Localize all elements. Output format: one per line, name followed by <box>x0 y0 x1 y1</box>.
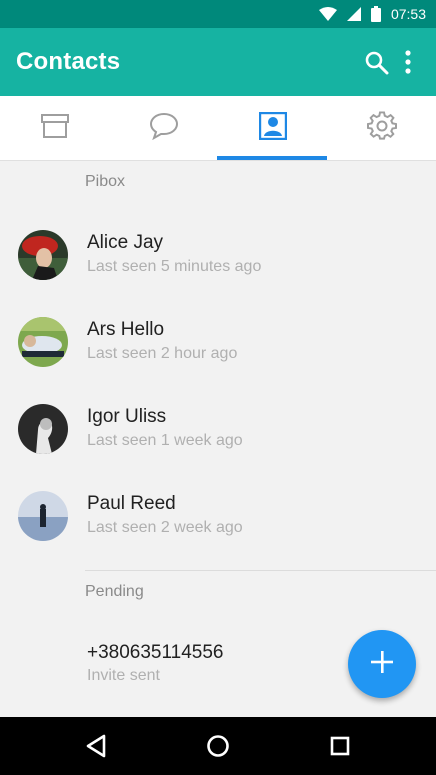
contact-last-seen: Last seen 1 week ago <box>87 432 243 449</box>
home-icon[interactable] <box>203 731 233 761</box>
chat-bubble-icon <box>149 112 179 145</box>
system-navigation-bar <box>0 717 436 775</box>
contact-name: Paul Reed <box>87 493 176 514</box>
gear-icon <box>366 110 397 146</box>
status-bar: 07:53 <box>0 0 436 28</box>
contact-last-seen: Last seen 2 week ago <box>87 519 243 536</box>
search-icon[interactable] <box>364 50 390 76</box>
page-title: Contacts <box>16 48 121 75</box>
pending-phone-number: +380635114556 <box>87 642 224 663</box>
contact-card-icon <box>258 111 287 145</box>
tab-chats[interactable] <box>109 96 218 160</box>
contact-row[interactable]: Ars Hello Last seen 2 hour ago <box>0 301 436 381</box>
avatar <box>18 230 68 280</box>
avatar <box>18 491 68 541</box>
contact-row[interactable]: Paul Reed Last seen 2 week ago <box>0 475 436 555</box>
more-options-icon[interactable] <box>400 48 416 76</box>
selected-tab-indicator <box>217 156 327 160</box>
avatar <box>18 404 68 454</box>
archive-icon <box>40 113 70 144</box>
tab-bar <box>0 96 436 161</box>
signal-icon <box>346 7 361 21</box>
back-icon[interactable] <box>82 731 112 761</box>
tab-settings[interactable] <box>327 96 436 160</box>
contact-last-seen: Last seen 2 hour ago <box>87 345 238 362</box>
tab-contacts[interactable] <box>218 96 327 160</box>
plus-icon <box>370 650 394 679</box>
add-contact-button[interactable] <box>348 630 416 698</box>
clock-time: 07:53 <box>390 6 426 22</box>
recent-apps-icon[interactable] <box>325 731 355 761</box>
section-header-pibox: Pibox <box>85 173 126 190</box>
avatar <box>18 317 68 367</box>
contact-name: Igor Uliss <box>87 406 167 427</box>
pending-invite-status: Invite sent <box>87 667 160 684</box>
section-divider <box>85 570 436 571</box>
contact-name: Alice Jay <box>87 232 164 253</box>
app-bar: Contacts <box>0 28 436 96</box>
contact-name: Ars Hello <box>87 319 165 340</box>
tab-archive[interactable] <box>0 96 109 160</box>
contact-row[interactable]: Alice Jay Last seen 5 minutes ago <box>0 214 436 294</box>
contact-row[interactable]: Igor Uliss Last seen 1 week ago <box>0 388 436 468</box>
battery-icon <box>370 6 381 22</box>
section-header-pending: Pending <box>85 583 144 600</box>
wifi-icon <box>318 7 337 21</box>
contact-last-seen: Last seen 5 minutes ago <box>87 258 262 275</box>
